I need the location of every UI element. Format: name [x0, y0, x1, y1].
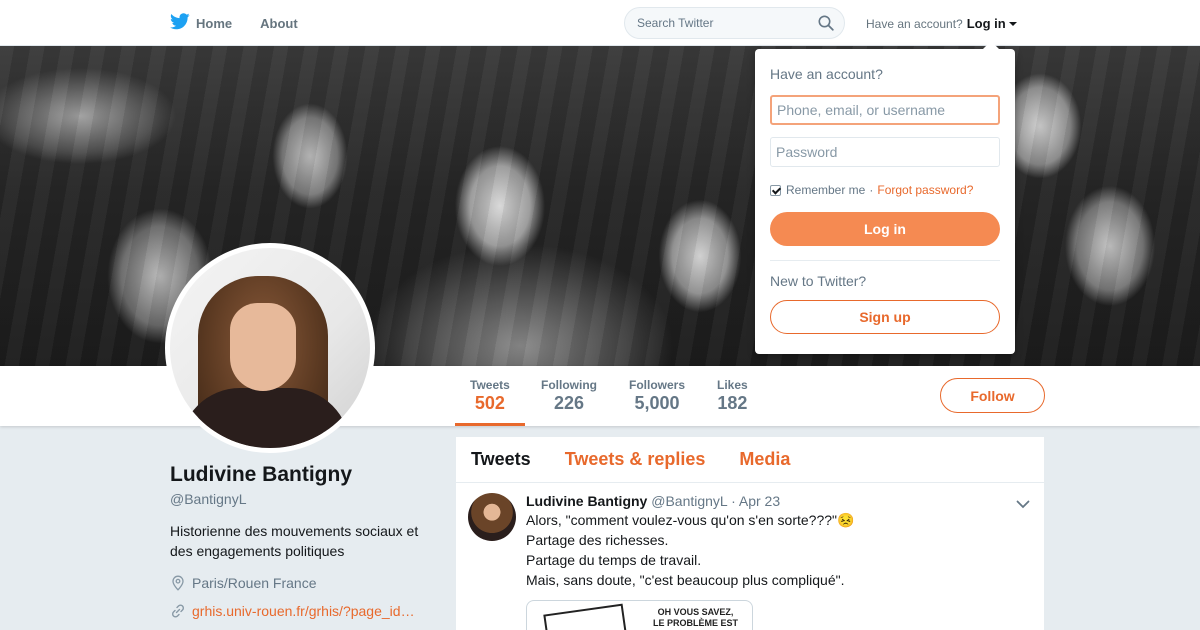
tweet-line: Alors, "comment voulez-vous qu'on s'en s…: [526, 512, 855, 528]
tweet-header: Ludivine Bantigny @BantignyL · Apr 23: [526, 493, 1029, 509]
tweet-text: Alors, "comment voulez-vous qu'on s'en s…: [526, 510, 1029, 590]
tweet-avatar[interactable]: [468, 493, 516, 541]
caret-down-icon: [1008, 22, 1017, 26]
tab-tweets[interactable]: Tweets: [471, 449, 531, 470]
tweet-line: Partage des richesses.: [526, 532, 669, 548]
tab-media[interactable]: Media: [739, 449, 790, 470]
timeline: Tweets Tweets & replies Media Ludivine B…: [456, 437, 1044, 630]
stat-label: Tweets: [470, 378, 510, 392]
tweet-date[interactable]: · Apr 23: [731, 493, 780, 509]
tweet-line: Partage du temps de travail.: [526, 552, 702, 568]
search-icon[interactable]: [818, 15, 834, 36]
profile-location: Paris/Rouen France: [170, 575, 317, 591]
stat-following[interactable]: Following 226: [541, 378, 597, 414]
signup-button[interactable]: Sign up: [770, 300, 1000, 334]
top-navigation-bar: Home About Have an account? Log in: [0, 0, 1200, 46]
location-text: Paris/Rouen France: [192, 575, 317, 591]
login-button[interactable]: Log in: [770, 212, 1000, 246]
stat-value: 5,000: [634, 393, 680, 413]
login-dropdown-title: Have an account?: [770, 66, 883, 82]
tweet-author-name[interactable]: Ludivine Bantigny: [526, 493, 647, 509]
tweet[interactable]: Ludivine Bantigny @BantignyL · Apr 23 Al…: [456, 483, 1044, 630]
location-pin-icon: [172, 575, 184, 591]
profile-handle[interactable]: @BantignyL: [170, 491, 246, 507]
stat-label: Following: [541, 378, 597, 392]
follow-button[interactable]: Follow: [940, 378, 1045, 413]
remember-row: Remember me · Forgot password?: [770, 183, 973, 197]
about-label: About: [260, 15, 298, 31]
forgot-password-link[interactable]: Forgot password?: [877, 183, 973, 197]
link-icon: [171, 604, 185, 618]
search-box: [624, 7, 845, 39]
media-caption: OH VOUS SAVEZ, LE PROBLÈME EST: [653, 607, 739, 628]
chevron-down-icon[interactable]: [1016, 496, 1030, 514]
website-link[interactable]: grhis.univ-rouen.fr/grhis/?page_id…: [192, 603, 415, 619]
home-label: Home: [196, 15, 233, 31]
tweet-author-handle[interactable]: @BantignyL: [651, 493, 727, 509]
login-toggle[interactable]: Have an account? Log in: [866, 16, 1017, 31]
login-dropdown: Have an account? Remember me · Forgot pa…: [755, 41, 1015, 354]
profile-avatar[interactable]: [165, 243, 375, 453]
login-link-label[interactable]: Log in: [967, 16, 1006, 31]
stat-tweets[interactable]: Tweets 502: [455, 378, 525, 426]
profile-bio: Historienne des mouvements sociaux et de…: [170, 523, 419, 559]
stat-value: 226: [553, 393, 585, 413]
stat-followers[interactable]: Followers 5,000: [629, 378, 685, 414]
timeline-tabs: Tweets Tweets & replies Media: [456, 437, 1044, 483]
password-field[interactable]: [770, 137, 1000, 167]
remember-checkbox[interactable]: [770, 184, 781, 196]
about-link[interactable]: About: [260, 16, 298, 31]
stat-likes[interactable]: Likes 182: [717, 378, 748, 414]
home-link[interactable]: Home: [170, 13, 232, 33]
nav-left: Home About: [170, 0, 326, 46]
have-account-text: Have an account?: [866, 16, 963, 31]
tweet-line: Mais, sans doute, "c'est beaucoup plus c…: [526, 572, 845, 588]
profile-name[interactable]: Ludivine Bantigny: [170, 463, 352, 487]
username-field[interactable]: [770, 95, 1000, 125]
new-to-twitter-text: New to Twitter?: [770, 273, 867, 289]
twitter-bird-icon: [170, 13, 190, 33]
divider: [770, 260, 1000, 261]
separator: ·: [869, 183, 874, 197]
remember-label[interactable]: Remember me: [786, 183, 865, 197]
stat-label: Followers: [629, 378, 686, 392]
tweet-media-image[interactable]: OH VOUS SAVEZ, LE PROBLÈME EST: [526, 600, 753, 630]
search-input[interactable]: [637, 16, 807, 30]
stat-label: Likes: [717, 378, 748, 392]
profile-website[interactable]: grhis.univ-rouen.fr/grhis/?page_id…: [170, 603, 415, 619]
tab-tweets-replies[interactable]: Tweets & replies: [565, 449, 706, 470]
stat-value: 182: [717, 393, 748, 413]
stat-value: 502: [474, 393, 505, 413]
